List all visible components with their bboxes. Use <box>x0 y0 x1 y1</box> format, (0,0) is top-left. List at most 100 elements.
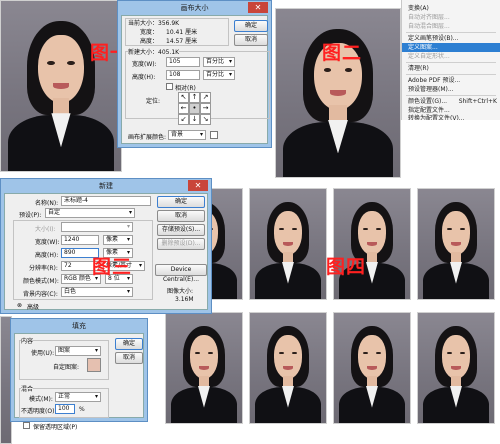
menu-item-auto-align[interactable]: 自动对齐图层... <box>402 13 500 22</box>
cancel-button[interactable]: 取消 <box>234 34 268 46</box>
color-mode-label: 颜色模式(M): <box>23 278 59 285</box>
blend-group-label: 混合 <box>21 384 34 393</box>
canvas-size-dialog: 画布大小 ✕ 当前大小：356.9K 宽度： 10.41 厘米 高度： 14.5… <box>117 0 272 148</box>
ext-color-swatch[interactable] <box>210 131 218 139</box>
resolution-label: 分辨率(R): <box>29 265 58 272</box>
menu-item-define-shape[interactable]: 定义自定形状... <box>402 52 500 61</box>
background-select[interactable]: 白色 <box>61 287 133 297</box>
ok-button[interactable]: 确定 <box>234 20 268 32</box>
anchor-sw-icon[interactable]: ↙ <box>178 114 189 125</box>
current-size-label: 当前大小：356.9K <box>128 20 180 27</box>
ext-color-label: 画布扩展颜色: <box>128 134 167 141</box>
menu-item-color-settings[interactable]: 颜色设置(G)... Shift+Ctrl+K <box>402 97 500 106</box>
edit-menu: 变换(A) 自动对齐图层... 自动混合图层... 定义画笔预设(B)... 定… <box>401 0 500 120</box>
label-fig2: 图二 <box>322 42 363 64</box>
pattern-swatch-icon[interactable] <box>87 358 101 372</box>
anchor-ne-icon[interactable]: ↗ <box>200 92 211 103</box>
cancel-button[interactable]: 取消 <box>115 352 143 364</box>
current-width-value: 10.41 厘米 <box>166 29 198 36</box>
width-unit-select[interactable]: 百分比 <box>203 57 235 67</box>
grid-photo <box>249 312 327 424</box>
grid-photo <box>333 312 411 424</box>
menu-item-label: 颜色设置(G)... <box>408 98 448 105</box>
height-unit-select[interactable]: 百分比 <box>203 70 235 80</box>
width-unit-select[interactable]: 像素 <box>103 235 133 245</box>
menu-item-purge[interactable]: 清理(R) <box>402 64 500 73</box>
mode-label: 模式(M): <box>29 396 53 403</box>
anchor-se-icon[interactable]: ↘ <box>200 114 211 125</box>
anchor-e-icon[interactable]: → <box>200 103 211 114</box>
height-label: 高度(H): <box>35 252 59 259</box>
anchor-center-icon[interactable]: • <box>189 103 200 114</box>
anchor-nw-icon[interactable]: ↖ <box>178 92 189 103</box>
current-height-value: 14.57 厘米 <box>166 38 198 45</box>
preset-label: 预设(P): <box>19 212 42 219</box>
relative-label: 相对(R) <box>175 85 196 92</box>
save-preset-button[interactable]: 存储预设(S)... <box>157 224 205 236</box>
height-label: 高度(H): <box>132 74 156 81</box>
size-select[interactable] <box>61 222 133 232</box>
menu-item-auto-blend[interactable]: 自动混合图层... <box>402 22 500 31</box>
preserve-transparency-label: 保留透明区域(P) <box>33 424 78 431</box>
image-size-value: 3.16M <box>175 296 194 303</box>
width-label: 宽度(W): <box>132 61 157 68</box>
menu-item-transform[interactable]: 变换(A) <box>402 4 500 13</box>
anchor-n-icon[interactable]: ↑ <box>189 92 200 103</box>
width-input[interactable]: 1240 <box>61 235 99 245</box>
menu-item-define-pattern[interactable]: 定义图案... <box>402 43 500 52</box>
anchor-label: 定位: <box>146 98 161 105</box>
image-size-label: 图像大小: <box>167 288 194 295</box>
grid-photo <box>333 188 411 300</box>
anchor-s-icon[interactable]: ↓ <box>189 114 200 125</box>
dialog-title: 填充 <box>72 322 86 330</box>
fill-dialog: 填充 内容 使用(U): 图案 自定图案: 混合 模式(M): 正常 不透明度(… <box>10 318 148 431</box>
name-input[interactable]: 未标题-4 <box>61 196 151 206</box>
grid-photo <box>417 312 495 424</box>
anchor-grid[interactable]: ↖ ↑ ↗ ← • → ↙ ↓ ↘ <box>178 92 211 125</box>
relative-checkbox[interactable] <box>166 83 173 90</box>
ok-button[interactable]: 确定 <box>115 338 143 350</box>
grid-photo <box>249 188 327 300</box>
custom-pattern-label: 自定图案: <box>53 364 80 371</box>
expand-advanced-icon[interactable]: ⊗ <box>17 302 22 309</box>
label-fig3: 图三 <box>92 256 133 278</box>
ext-color-select[interactable]: 背景 <box>168 130 206 140</box>
current-width-label: 宽度： <box>140 29 159 36</box>
grid-photo <box>165 312 243 424</box>
close-icon[interactable]: ✕ <box>188 180 208 191</box>
width-label: 宽度(W): <box>35 239 60 246</box>
menu-shortcut: Shift+Ctrl+K <box>458 98 497 105</box>
width-input[interactable]: 105 <box>166 57 200 67</box>
height-input[interactable]: 108 <box>166 70 200 80</box>
menu-item-convert-profile[interactable]: 转换为配置文件(V)... <box>402 114 500 120</box>
cancel-button[interactable]: 取消 <box>157 210 205 222</box>
background-label: 背景内容(C): <box>23 291 58 298</box>
delete-preset-button[interactable]: 删除预设(D)... <box>157 238 205 250</box>
dialog-title: 新建 <box>99 182 113 190</box>
mode-select[interactable]: 正常 <box>55 392 101 402</box>
menu-item-preset-manager[interactable]: 预设管理器(M)... <box>402 85 500 94</box>
label-fig4: 图四 <box>326 256 367 278</box>
advanced-label: 高级 <box>27 304 40 311</box>
new-document-dialog: 新建 ✕ 名称(N): 未标题-4 预设(P): 自定 大小(I): 宽度(W)… <box>0 178 212 314</box>
close-icon[interactable]: ✕ <box>248 2 268 13</box>
portrait-photo-2 <box>275 8 401 178</box>
content-group-label: 内容 <box>21 336 34 345</box>
photo-grid <box>165 182 500 444</box>
grid-photo <box>417 188 495 300</box>
opacity-label: 不透明度(O): <box>21 408 57 415</box>
use-label: 使用(U): <box>31 350 55 357</box>
use-select[interactable]: 图案 <box>55 346 101 356</box>
new-size-label: 新建大小：405.1K <box>128 47 180 56</box>
current-height-label: 高度： <box>140 38 159 45</box>
menu-item-define-brush[interactable]: 定义画笔预设(B)... <box>402 34 500 43</box>
preset-select[interactable]: 自定 <box>45 208 135 218</box>
menu-item-pdf-presets[interactable]: Adobe PDF 预设... <box>402 76 500 85</box>
size-label: 大小(I): <box>35 226 56 233</box>
anchor-w-icon[interactable]: ← <box>178 103 189 114</box>
preserve-transparency-checkbox[interactable] <box>23 422 30 429</box>
device-central-button[interactable]: Device Central(E)... <box>155 264 207 283</box>
opacity-input[interactable]: 100 <box>55 404 75 414</box>
name-label: 名称(N): <box>35 200 59 207</box>
ok-button[interactable]: 确定 <box>157 196 205 208</box>
